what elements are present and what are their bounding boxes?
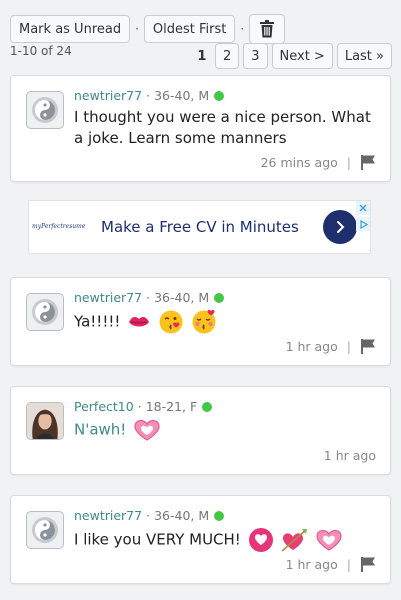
meta-separator: ·: [146, 508, 151, 523]
page-2-button[interactable]: 2: [214, 43, 240, 69]
delete-button[interactable]: [249, 14, 286, 44]
mark-as-unread-button[interactable]: Mark as Unread: [10, 15, 131, 43]
ad-headline[interactable]: Make a Free CV in Minutes: [101, 218, 299, 236]
heart-with-ribbon-emoji: [134, 419, 160, 441]
heart-decoration-emoji: [248, 528, 273, 552]
ad-cta-button[interactable]: [323, 210, 357, 244]
message-body: Ya!!!!!: [74, 309, 374, 335]
message-footer: 1 hr ago |: [286, 556, 376, 572]
timestamp: 26 mins ago: [260, 154, 338, 170]
page-3-button[interactable]: 3: [243, 43, 268, 69]
age-gender: 36-40, M: [154, 290, 210, 305]
next-page-button[interactable]: Next >: [271, 43, 333, 69]
message-footer: 26 mins ago |: [261, 154, 376, 170]
message-meta: newtrier77 · 36-40, M: [74, 508, 225, 523]
message-card[interactable]: Perfect10 · 18-21, F N'awh! 1 hr ago: [10, 386, 391, 475]
advertisement-banner[interactable]: myPerfectresume Make a Free CV in Minute…: [28, 200, 371, 254]
last-page-button[interactable]: Last »: [336, 43, 392, 69]
message-text: Ya!!!!!: [74, 312, 121, 331]
toolbar-separator: ·: [135, 22, 139, 36]
timestamp: 1 hr ago: [323, 448, 376, 463]
close-icon: [359, 204, 367, 212]
chevron-right-icon: [337, 221, 345, 233]
message-body: N'awh!: [74, 418, 374, 442]
flag-icon[interactable]: [360, 338, 376, 354]
message-meta: newtrier77 · 36-40, M: [74, 290, 225, 305]
sort-order-button[interactable]: Oldest First: [143, 15, 236, 43]
age-gender: 18-21, F: [145, 399, 198, 414]
result-range: 1-10 of 24: [10, 44, 72, 58]
avatar-photo[interactable]: [26, 402, 64, 440]
ad-choices-icon: [359, 219, 368, 229]
avatar[interactable]: [26, 511, 64, 549]
avatar[interactable]: [26, 91, 64, 129]
face-blowing-kiss-emoji: [159, 310, 183, 334]
message-footer: 1 hr ago: [324, 448, 376, 463]
meta-separator: ·: [146, 88, 151, 103]
meta-separator: ·: [137, 399, 142, 414]
username-link[interactable]: newtrier77: [74, 290, 142, 305]
footer-separator: |: [346, 154, 351, 170]
yin-yang-icon: [32, 517, 58, 543]
age-gender: 36-40, M: [154, 508, 210, 523]
online-status-icon: [202, 401, 213, 412]
meta-separator: ·: [146, 290, 151, 305]
username-link[interactable]: newtrier77: [74, 88, 142, 103]
flag-icon[interactable]: [360, 556, 376, 572]
avatar[interactable]: [26, 293, 64, 331]
yin-yang-icon: [32, 97, 58, 123]
ad-close-button[interactable]: [356, 201, 370, 215]
profile-photo: [27, 403, 63, 439]
message-card[interactable]: newtrier77 · 36-40, M I like you VERY MU…: [10, 495, 391, 584]
message-meta: Perfect10 · 18-21, F: [74, 399, 213, 414]
heart-with-arrow-emoji: [281, 529, 308, 552]
yin-yang-icon: [32, 299, 58, 325]
toolbar-separator: ·: [240, 22, 245, 36]
message-footer: 1 hr ago |: [286, 338, 376, 354]
message-text: I like you VERY MUCH!: [74, 530, 241, 549]
message-card[interactable]: newtrier77 · 36-40, M Ya!!!!! 1 hr ago |: [10, 277, 391, 366]
heart-with-ribbon-emoji: [316, 529, 342, 551]
footer-separator: |: [346, 556, 351, 572]
kiss-mark-emoji: [129, 317, 150, 327]
online-status-icon: [214, 510, 225, 521]
username-link[interactable]: newtrier77: [74, 508, 142, 523]
message-meta: newtrier77 · 36-40, M: [74, 88, 225, 103]
trash-icon: [260, 20, 275, 38]
message-card[interactable]: newtrier77 · 36-40, M I thought you were…: [10, 75, 391, 182]
ad-choices-button[interactable]: [356, 217, 370, 231]
online-status-icon: [214, 90, 225, 101]
ad-logo: myPerfectresume: [32, 223, 86, 230]
age-gender: 36-40, M: [154, 88, 210, 103]
pagination: 1 2 3 Next > Last »: [193, 43, 392, 69]
current-page: 1: [197, 48, 207, 64]
timestamp: 1 hr ago: [285, 338, 338, 354]
message-text: N'awh!: [74, 420, 127, 439]
message-body: I like you VERY MUCH!: [74, 527, 374, 553]
timestamp: 1 hr ago: [285, 556, 338, 572]
kissing-face-closed-eyes-emoji: [192, 309, 216, 334]
flag-icon[interactable]: [360, 154, 376, 170]
message-text: I thought you were a nice person. What a…: [74, 108, 371, 147]
online-status-icon: [214, 292, 225, 303]
footer-separator: |: [346, 338, 351, 354]
toolbar: Mark as Unread · Oldest First ·: [10, 14, 286, 44]
username-link[interactable]: Perfect10: [74, 399, 134, 414]
